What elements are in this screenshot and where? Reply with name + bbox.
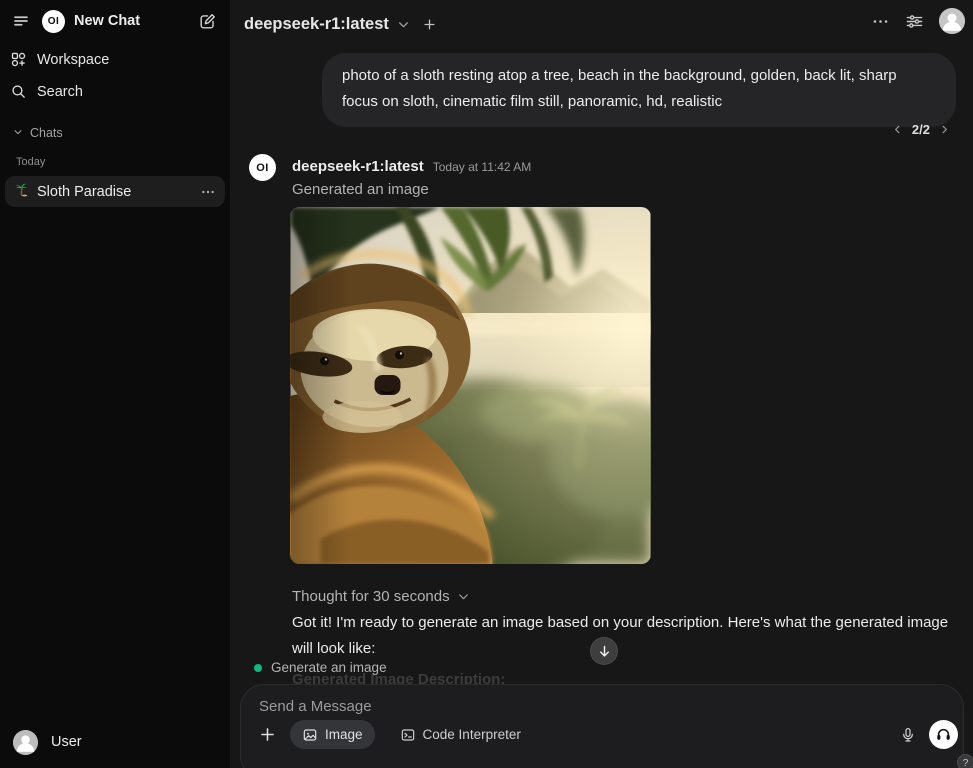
sloth-beach-illustration (290, 207, 651, 564)
user-message-bubble: photo of a sloth resting atop a tree, be… (322, 53, 956, 127)
chevron-down-icon (13, 124, 23, 142)
attach-plus-icon[interactable] (258, 725, 277, 744)
microphone-icon[interactable] (900, 727, 916, 743)
workspace-label: Workspace (37, 52, 109, 68)
assistant-avatar: OI (249, 154, 276, 181)
photo-icon (302, 727, 318, 743)
pagination-count: 2/2 (912, 122, 930, 137)
sidebar: OI New Chat Workspace Search Chats (0, 0, 230, 768)
chats-label: Chats (30, 126, 63, 140)
help-badge-text: ? (963, 757, 969, 768)
arrow-down-icon (597, 644, 612, 659)
chevron-right-icon[interactable] (939, 124, 950, 135)
sidebar-item-workspace[interactable]: Workspace (6, 45, 224, 74)
chat-menu-ellipsis-icon[interactable] (200, 184, 216, 200)
composer-toolbar: Image Code Interpreter (255, 720, 958, 749)
app-logo: OI (42, 10, 65, 33)
user-message-text: photo of a sloth resting atop a tree, be… (342, 67, 897, 110)
app-logo-text: OI (48, 16, 60, 27)
main-panel: deepseek-r1:latest photo of a sloth rest… (230, 0, 973, 768)
chevron-down-icon (457, 590, 470, 603)
thought-toggle[interactable]: Thought for 30 seconds (292, 588, 470, 605)
thought-label: Thought for 30 seconds (292, 588, 450, 605)
topbar-controls (871, 8, 965, 34)
message-composer: Image Code Interpreter (240, 684, 964, 768)
new-chat-label[interactable]: New Chat (74, 13, 140, 29)
model-selector[interactable]: deepseek-r1:latest (244, 10, 437, 38)
message-input[interactable] (259, 693, 819, 719)
user-name-label: User (51, 734, 82, 750)
generated-image[interactable] (290, 207, 651, 564)
response-pagination: 2/2 (892, 122, 950, 137)
account-avatar[interactable] (939, 8, 965, 34)
chat-title: Sloth Paradise (37, 184, 200, 200)
code-interpreter-label: Code Interpreter (423, 727, 521, 742)
help-badge[interactable]: ? (957, 754, 973, 768)
terminal-icon (400, 727, 416, 743)
workspace-icon (10, 51, 27, 68)
chevron-down-icon (397, 18, 410, 31)
user-avatar (13, 730, 38, 755)
new-model-plus-icon[interactable] (422, 17, 437, 32)
image-toggle-button[interactable]: Image (290, 720, 375, 749)
code-interpreter-toggle-button[interactable]: Code Interpreter (388, 720, 533, 749)
sidebar-chat-item-sloth-paradise[interactable]: Sloth Paradise (5, 176, 225, 207)
assistant-avatar-text: OI (256, 162, 269, 174)
message-timestamp: Today at 11:42 AM (433, 160, 532, 174)
status-dot (254, 664, 262, 672)
app-window: OI New Chat Workspace Search Chats (0, 0, 973, 768)
sidebar-user-menu[interactable]: User (0, 721, 230, 763)
more-options-ellipsis-icon[interactable] (871, 12, 890, 31)
assistant-name: deepseek-r1:latest (292, 158, 424, 175)
generated-image-label: Generated an image (292, 181, 429, 198)
controls-sliders-icon[interactable] (905, 12, 924, 31)
new-chat-pencil-icon[interactable] (196, 10, 218, 32)
model-name: deepseek-r1:latest (244, 15, 389, 34)
image-toggle-label: Image (325, 727, 363, 742)
search-label: Search (37, 84, 83, 100)
chevron-left-icon[interactable] (892, 124, 903, 135)
chats-section-toggle[interactable]: Chats (0, 124, 230, 142)
headphones-icon (935, 726, 952, 743)
today-group-label: Today (0, 156, 230, 168)
sidebar-toggle-icon[interactable] (9, 9, 33, 33)
assistant-reply-text: Got it! I'm ready to generate an image b… (292, 610, 950, 661)
scroll-to-bottom-button[interactable] (590, 637, 618, 665)
voice-call-headphones-button[interactable] (929, 720, 958, 749)
sidebar-header: OI New Chat (0, 0, 230, 42)
palm-tree-emoji-icon (14, 182, 29, 202)
sidebar-item-search[interactable]: Search (6, 77, 224, 106)
assistant-header: deepseek-r1:latest Today at 11:42 AM (292, 158, 531, 175)
search-icon (10, 83, 27, 100)
